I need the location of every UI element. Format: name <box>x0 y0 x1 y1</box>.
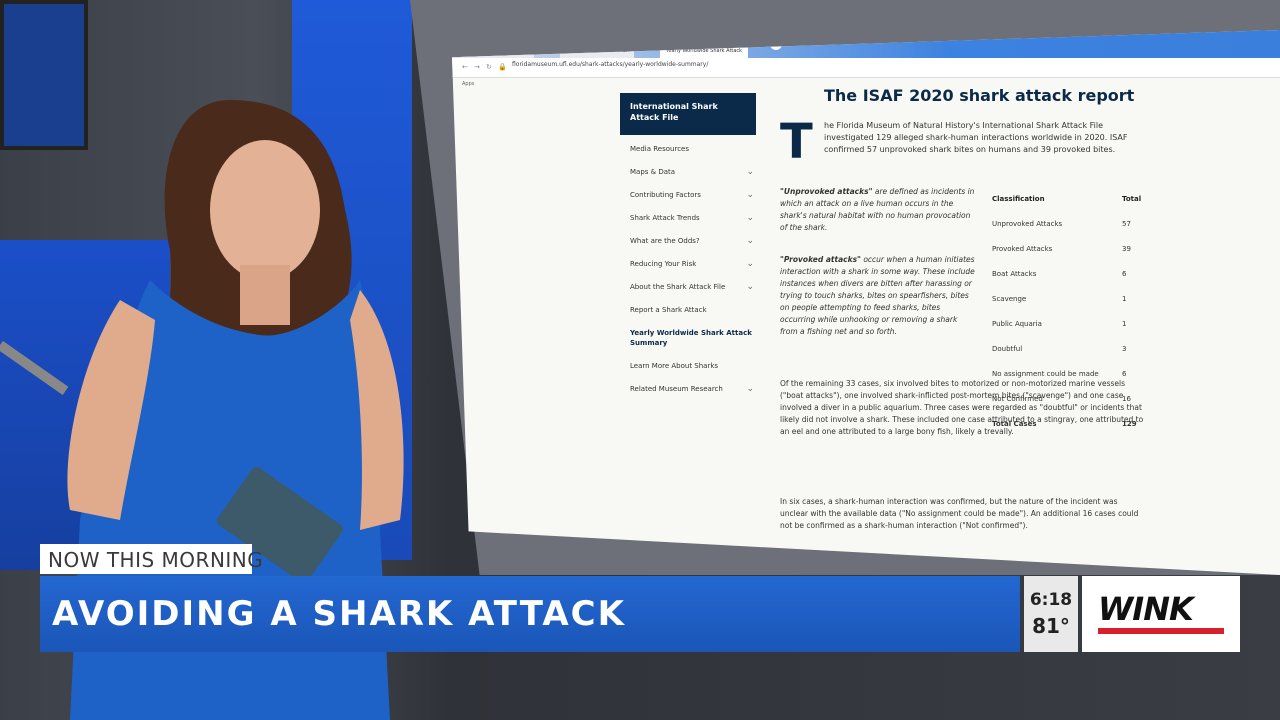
kicker-banner: NOW THIS MORNING <box>40 544 263 574</box>
chevron-down-icon[interactable]: ⌄ <box>746 190 754 200</box>
chevron-down-icon[interactable]: ⌄ <box>746 213 754 223</box>
table-cell: 3 <box>1122 345 1127 353</box>
kicker-text: NOW THIS MORNING <box>48 548 264 572</box>
lock-icon: 🔒 <box>498 63 507 71</box>
station-logo-text: WINK <box>1098 590 1194 628</box>
sidebar-item-shark-attack-trends[interactable]: Shark Attack Trends ⌄ <box>630 213 760 236</box>
table-header-cell: Classification <box>992 195 1045 203</box>
table-cell: Public Aquaria <box>992 320 1042 328</box>
headline-text: AVOIDING A SHARK ATTACK <box>52 594 626 634</box>
table-cell: 129 <box>1122 420 1137 428</box>
sidebar-item-about[interactable]: About the Shark Attack File ⌄ <box>630 282 760 305</box>
classification-table: Classification Total Unprovoked Attacks 5… <box>992 195 1152 445</box>
table-row: Not Confirmed 16 <box>992 395 1152 420</box>
six-cases-paragraph: In six cases, a shark-human interaction … <box>780 497 1139 530</box>
table-row: Boat Attacks 6 <box>992 270 1152 295</box>
sidebar-item-reducing-risk[interactable]: Reducing Your Risk ⌄ <box>630 259 760 282</box>
table-cell: Boat Attacks <box>992 270 1037 278</box>
chevron-down-icon[interactable]: ⌄ <box>746 282 754 292</box>
sidebar-item-media-resources[interactable]: Media Resources <box>630 144 760 167</box>
table-cell: 6 <box>1122 270 1127 278</box>
headline-banner: AVOIDING A SHARK ATTACK <box>40 576 1020 652</box>
table-row: Scavenge 1 <box>992 295 1152 320</box>
table-cell: 57 <box>1122 220 1131 228</box>
sidebar-item-report[interactable]: Report a Shark Attack <box>630 305 760 328</box>
table-row: No assignment could be made 6 <box>992 370 1152 395</box>
sidebar-item-odds[interactable]: What are the Odds? ⌄ <box>630 236 760 259</box>
table-cell: 1 <box>1122 320 1127 328</box>
reload-icon[interactable]: ↻ <box>486 63 492 71</box>
table-total-row: Total Cases 129 <box>992 420 1152 445</box>
table-cell: No assignment could be made <box>992 370 1099 378</box>
monitor-screen: CDC COVID Data Tracker CDC COVID Data Tr… <box>452 30 1280 575</box>
forward-icon[interactable]: → <box>474 63 480 71</box>
table-row: Provoked Attacks 39 <box>992 245 1152 270</box>
table-cell: 16 <box>1122 395 1131 403</box>
chevron-down-icon[interactable]: ⌄ <box>746 259 754 269</box>
temperature-text: 81° <box>1032 614 1070 638</box>
table-cell: Scavenge <box>992 295 1027 303</box>
unprovoked-term: "Unprovoked attacks" <box>780 187 873 196</box>
table-row: Public Aquaria 1 <box>992 320 1152 345</box>
sidebar-header[interactable]: International Shark Attack File <box>620 93 756 135</box>
table-cell: Total Cases <box>992 420 1037 428</box>
dropcap: T <box>780 114 813 170</box>
chevron-down-icon[interactable]: ⌄ <box>746 384 754 394</box>
table-header: Classification Total <box>992 195 1152 220</box>
station-logo: WINK <box>1082 576 1240 652</box>
table-cell: Not Confirmed <box>992 395 1043 403</box>
sidebar-item-yearly-summary[interactable]: Yearly Worldwide Shark Attack Summary <box>630 328 760 361</box>
sidebar-item-contributing-factors[interactable]: Contributing Factors ⌄ <box>630 190 760 213</box>
page-title: The ISAF 2020 shark attack report <box>824 86 1135 105</box>
table-cell: Doubtful <box>992 345 1023 353</box>
time-text: 6:18 <box>1029 590 1073 610</box>
sidebar-item-learn-more[interactable]: Learn More About Sharks <box>630 361 760 384</box>
unprovoked-paragraph: "Unprovoked attacks" are defined as inci… <box>780 186 975 234</box>
table-cell: Unprovoked Attacks <box>992 220 1063 228</box>
sidebar-nav: Media Resources Maps & Data ⌄ Contributin… <box>630 144 760 407</box>
time-weather-box: 6:18 81° <box>1024 576 1078 652</box>
table-header-cell: Total <box>1122 195 1142 203</box>
intro-paragraph: he Florida Museum of Natural History's I… <box>824 121 1128 154</box>
provoked-term: "Provoked attacks" <box>780 255 861 264</box>
table-row: Doubtful 3 <box>992 345 1152 370</box>
table-cell: 39 <box>1122 245 1131 253</box>
provoked-paragraph: "Provoked attacks" occur when a human in… <box>780 254 975 338</box>
sidebar-item-maps-data[interactable]: Maps & Data ⌄ <box>630 167 760 190</box>
logo-red-bar <box>1098 628 1224 634</box>
chevron-down-icon[interactable]: ⌄ <box>746 236 754 246</box>
chevron-down-icon[interactable]: ⌄ <box>746 167 754 177</box>
url-text[interactable]: floridamuseum.ufl.edu/shark-attacks/year… <box>512 61 708 68</box>
table-row: Unprovoked Attacks 57 <box>992 220 1152 245</box>
sidebar-item-related-research[interactable]: Related Museum Research ⌄ <box>630 384 760 407</box>
table-cell: Provoked Attacks <box>992 245 1053 253</box>
table-cell: 6 <box>1122 370 1127 378</box>
back-icon[interactable]: ← <box>462 63 468 71</box>
provoked-definition: occur when a human initiates interaction… <box>780 255 975 336</box>
table-cell: 1 <box>1122 295 1127 303</box>
